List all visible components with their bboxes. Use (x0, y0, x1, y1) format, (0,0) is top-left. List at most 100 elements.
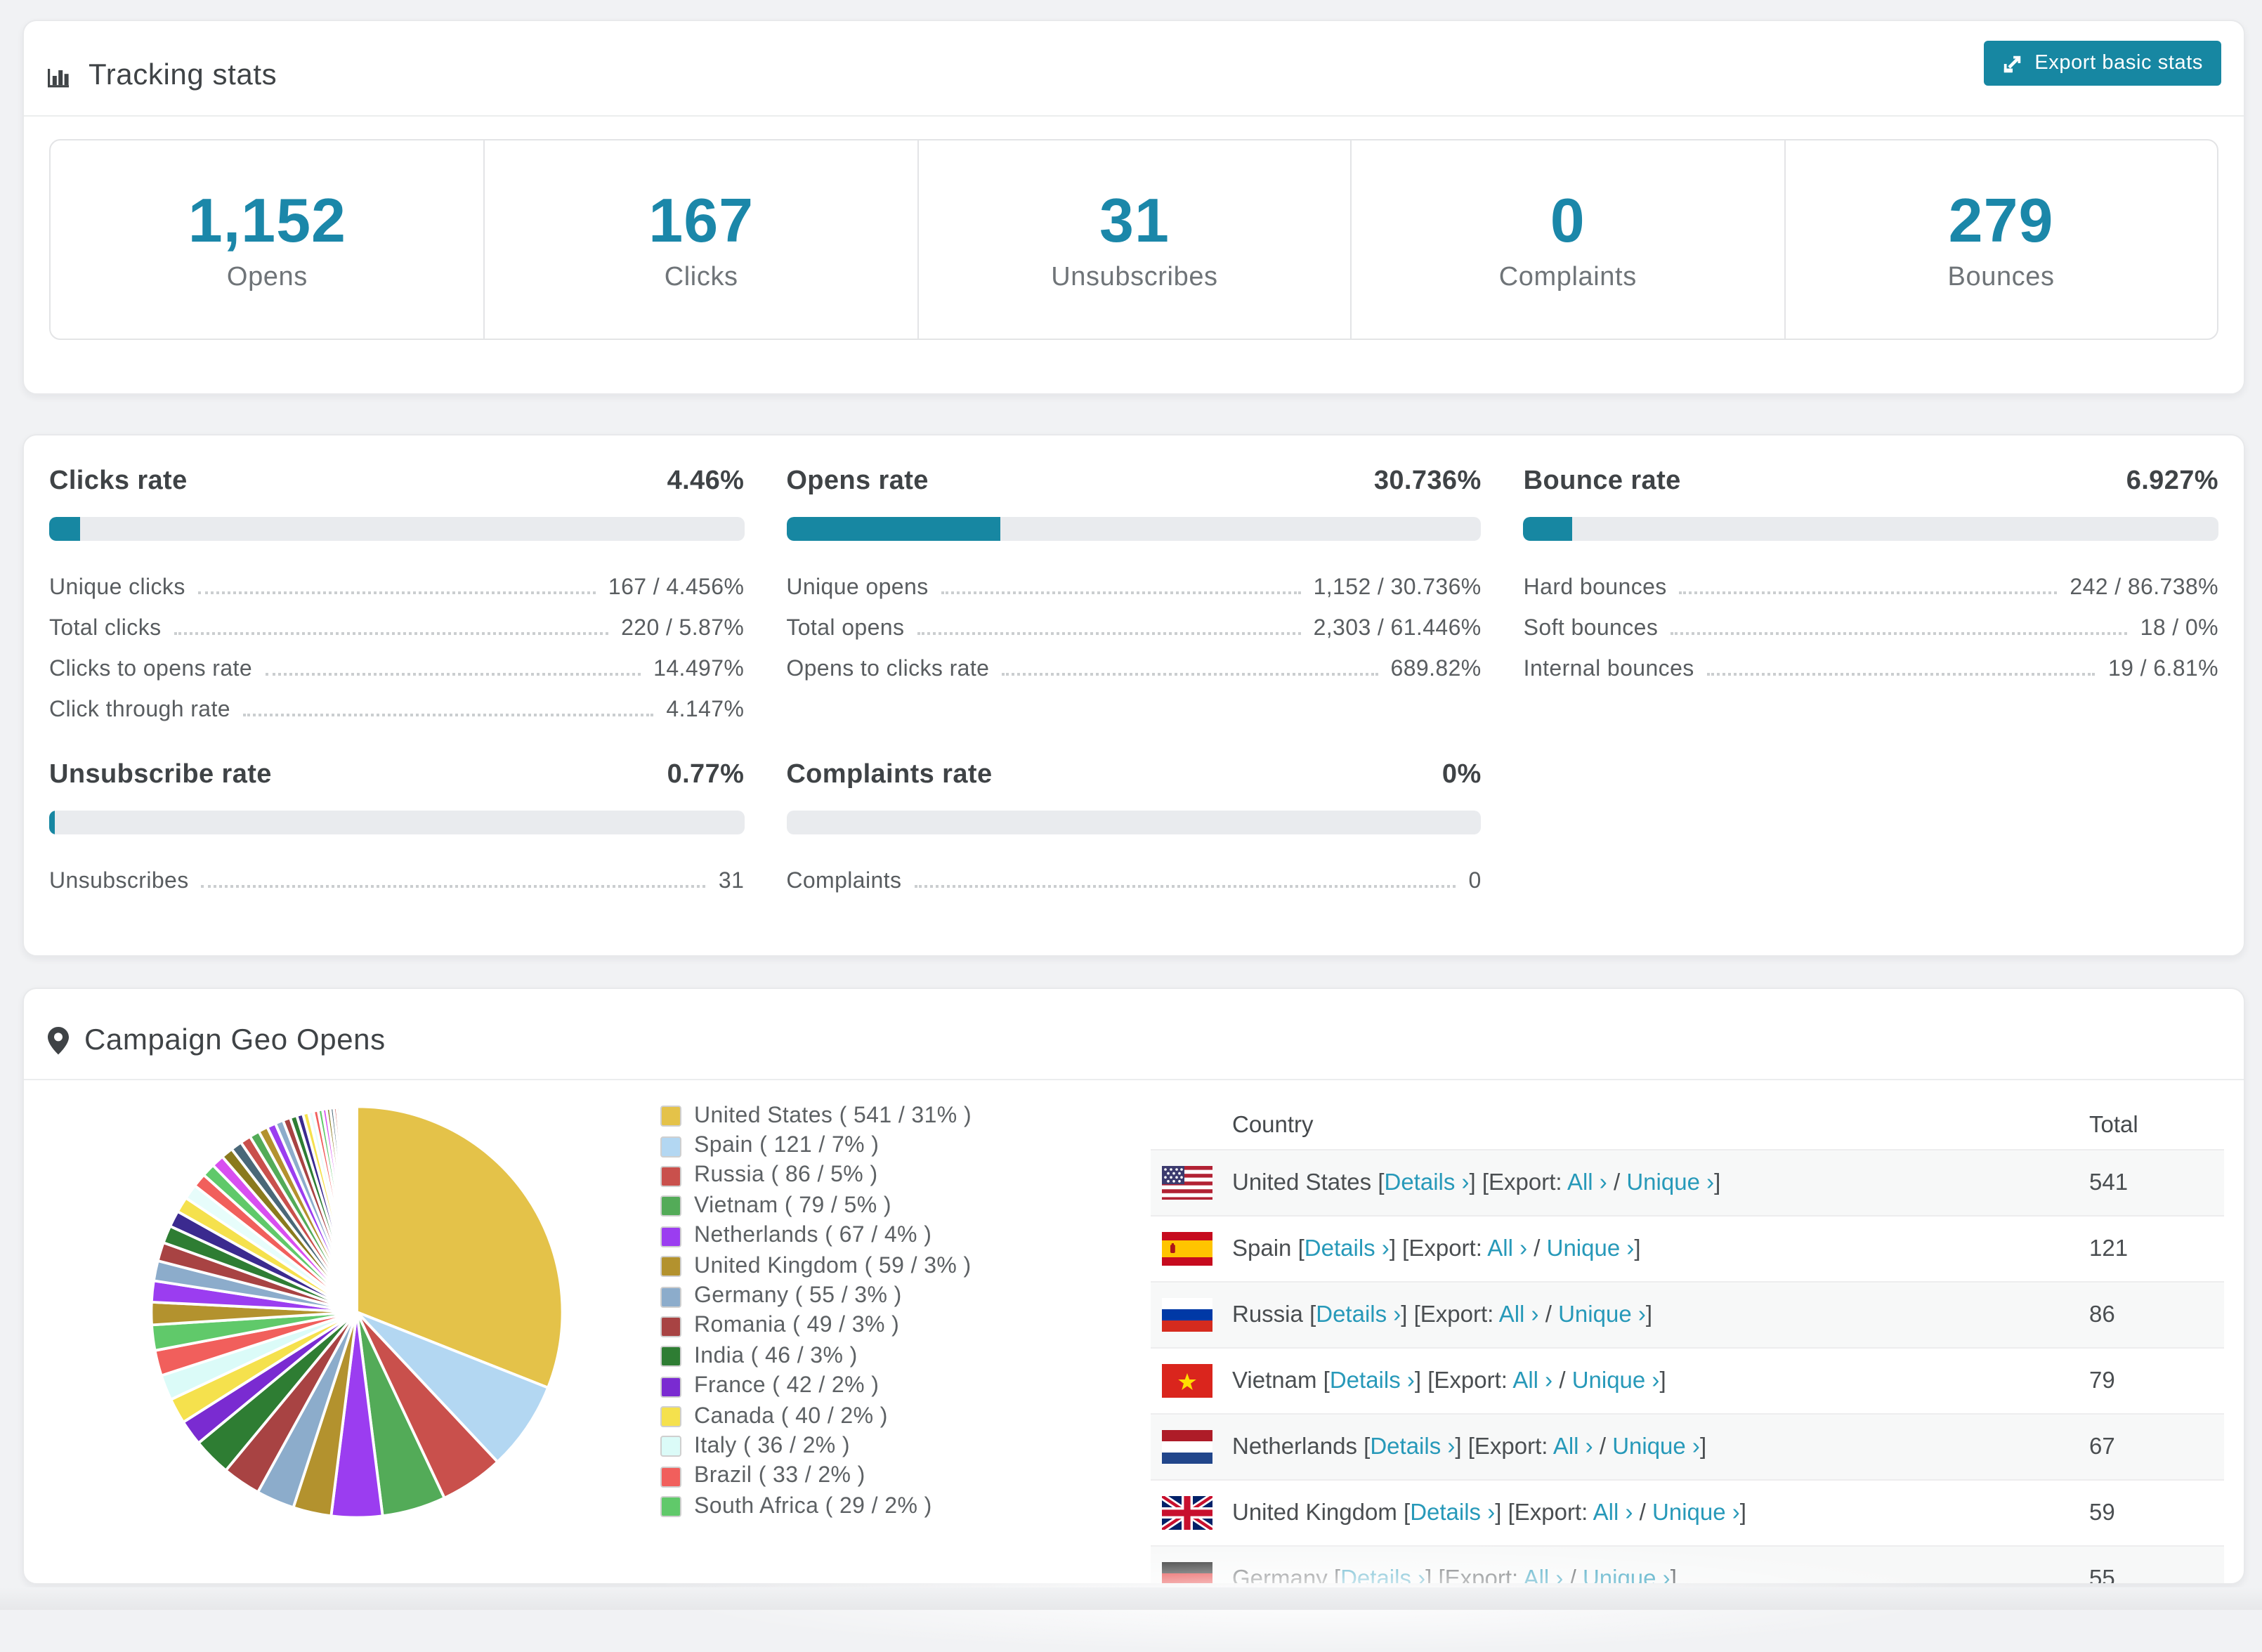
legend-swatch (660, 1166, 681, 1187)
legend-label: Germany ( 55 / 3% ) (694, 1284, 902, 1309)
legend-label: Russia ( 86 / 5% ) (694, 1164, 878, 1189)
legend-item: India ( 46 / 3% ) (660, 1342, 972, 1372)
table-row: United States [Details ›] [Export: All ›… (1151, 1149, 2224, 1215)
table-row: Spain [Details ›] [Export: All › / Uniqu… (1151, 1215, 2224, 1281)
details-link[interactable]: Details › (1330, 1368, 1415, 1393)
export-unique-link[interactable]: Unique › (1583, 1566, 1671, 1585)
export-unique-link[interactable]: Unique › (1612, 1434, 1700, 1459)
legend-item: Germany ( 55 / 3% ) (660, 1282, 972, 1312)
rates-grid: Clicks rate 4.46% Unique clicks 167 / 4.… (24, 435, 2244, 926)
details-link[interactable]: Details › (1370, 1434, 1455, 1459)
rate-row-label: Hard bounces (1524, 576, 1667, 601)
rate-detail-row: Internal bounces 19 / 6.81% (1524, 642, 2218, 683)
bar-chart-icon (46, 61, 74, 89)
dotted-leader (1707, 673, 2096, 676)
dotted-leader (202, 885, 706, 888)
rate-progress-bar (49, 517, 744, 541)
country-cell: Germany [Details ›] [Export: All › / Uni… (1232, 1566, 1677, 1585)
export-all-link[interactable]: All › (1567, 1169, 1607, 1195)
country-column-header: Country (1232, 1112, 1314, 1139)
country-cell: United Kingdom [Details ›] [Export: All … (1232, 1500, 1746, 1526)
details-link[interactable]: Details › (1316, 1302, 1401, 1327)
table-row: Germany [Details ›] [Export: All › / Uni… (1151, 1545, 2224, 1585)
country-cell: Russia [Details ›] [Export: All › / Uniq… (1232, 1302, 1652, 1328)
rate-row-label: Unique opens (786, 576, 928, 601)
rate-title: Unsubscribe rate (49, 760, 272, 791)
export-unique-link[interactable]: Unique › (1572, 1368, 1660, 1393)
stat-label: Unsubscribes (1051, 262, 1217, 293)
total-cell: 55 (2089, 1566, 2224, 1585)
page: Tracking stats Export basic stats 1,152 … (0, 0, 2262, 1610)
rate-row-value: 167 / 4.456% (608, 576, 744, 601)
details-link[interactable]: Details › (1385, 1169, 1470, 1195)
legend-label: Canada ( 40 / 2% ) (694, 1404, 888, 1429)
dotted-leader (198, 591, 596, 594)
rate-detail-row: Unique clicks 167 / 4.456% (49, 560, 744, 601)
export-all-link[interactable]: All › (1512, 1368, 1552, 1393)
rate-detail-row: Total clicks 220 / 5.87% (49, 601, 744, 642)
rate-progress-bar (49, 811, 744, 834)
rate-value: 0% (1442, 760, 1482, 791)
dotted-leader (265, 673, 641, 676)
legend-swatch (660, 1136, 681, 1157)
export-all-link[interactable]: All › (1553, 1434, 1593, 1459)
details-link[interactable]: Details › (1340, 1566, 1425, 1585)
legend-swatch (660, 1376, 681, 1397)
legend-swatch (660, 1497, 681, 1518)
rate-row-value: 0 (1468, 870, 1481, 895)
rate-detail-row: Unique opens 1,152 / 30.736% (786, 560, 1481, 601)
rate-title: Complaints rate (786, 760, 992, 791)
export-unique-link[interactable]: Unique › (1626, 1169, 1714, 1195)
country-cell: Vietnam [Details ›] [Export: All › / Uni… (1232, 1368, 1666, 1394)
rate-value: 0.77% (667, 760, 745, 791)
dotted-leader (174, 632, 609, 635)
total-cell: 86 (2089, 1302, 2224, 1328)
total-cell: 79 (2089, 1368, 2224, 1394)
legend-label: Spain ( 121 / 7% ) (694, 1134, 879, 1159)
rate-section-bounce: Bounce rate 6.927% Hard bounces 242 / 86… (1524, 466, 2218, 723)
rate-row-value: 689.82% (1391, 657, 1482, 683)
rate-section-opens: Opens rate 30.736% Unique opens 1,152 / … (786, 466, 1481, 723)
bottom-fade (0, 1587, 2262, 1610)
export-all-link[interactable]: All › (1524, 1566, 1564, 1585)
country-flag-icon (1162, 1562, 1212, 1585)
export-all-link[interactable]: All › (1499, 1302, 1539, 1327)
stat-label: Bounces (1948, 262, 2055, 293)
tracking-stats-title-text: Tracking stats (89, 58, 277, 92)
legend-item: France ( 42 / 2% ) (660, 1372, 972, 1402)
legend-label: Vietnam ( 79 / 5% ) (694, 1194, 891, 1219)
tracking-stats-card: Tracking stats Export basic stats 1,152 … (22, 20, 2245, 395)
legend-label: Brazil ( 33 / 2% ) (694, 1464, 865, 1490)
rate-section-unsubscribe: Unsubscribe rate 0.77% Unsubscribes 31 (49, 760, 744, 895)
campaign-geo-opens-card: Campaign Geo Opens United States ( 541 /… (22, 988, 2245, 1585)
export-unique-link[interactable]: Unique › (1652, 1500, 1740, 1525)
country-cell: Netherlands [Details ›] [Export: All › /… (1232, 1434, 1706, 1460)
details-link[interactable]: Details › (1305, 1235, 1390, 1261)
dotted-leader (941, 591, 1301, 594)
export-unique-link[interactable]: Unique › (1558, 1302, 1646, 1327)
geo-pie-chart (140, 1096, 573, 1528)
rate-value: 30.736% (1374, 466, 1482, 497)
legend-label: India ( 46 / 3% ) (694, 1344, 858, 1370)
rate-row-value: 4.147% (666, 698, 744, 723)
geo-title-text: Campaign Geo Opens (84, 1024, 386, 1058)
stat-cell: 1,152 Opens (51, 140, 484, 339)
details-link[interactable]: Details › (1410, 1500, 1495, 1525)
legend-item: Romania ( 49 / 3% ) (660, 1311, 972, 1342)
geo-table-body: United States [Details ›] [Export: All ›… (1151, 1149, 2224, 1585)
geo-title: Campaign Geo Opens (46, 1024, 386, 1058)
country-flag-icon (1162, 1430, 1212, 1464)
export-all-link[interactable]: All › (1593, 1500, 1633, 1525)
export-all-link[interactable]: All › (1487, 1235, 1527, 1261)
export-unique-link[interactable]: Unique › (1547, 1235, 1635, 1261)
rate-row-label: Unique clicks (49, 576, 185, 601)
legend-item: Netherlands ( 67 / 4% ) (660, 1221, 972, 1252)
rate-row-label: Clicks to opens rate (49, 657, 252, 683)
rates-grid-spacer (1524, 760, 2218, 895)
table-row: United Kingdom [Details ›] [Export: All … (1151, 1479, 2224, 1545)
legend-swatch (660, 1467, 681, 1488)
dotted-leader (1680, 591, 2058, 594)
country-flag-icon (1162, 1364, 1212, 1398)
export-basic-stats-button[interactable]: Export basic stats (1984, 41, 2221, 86)
rate-detail-row: Hard bounces 242 / 86.738% (1524, 560, 2218, 601)
